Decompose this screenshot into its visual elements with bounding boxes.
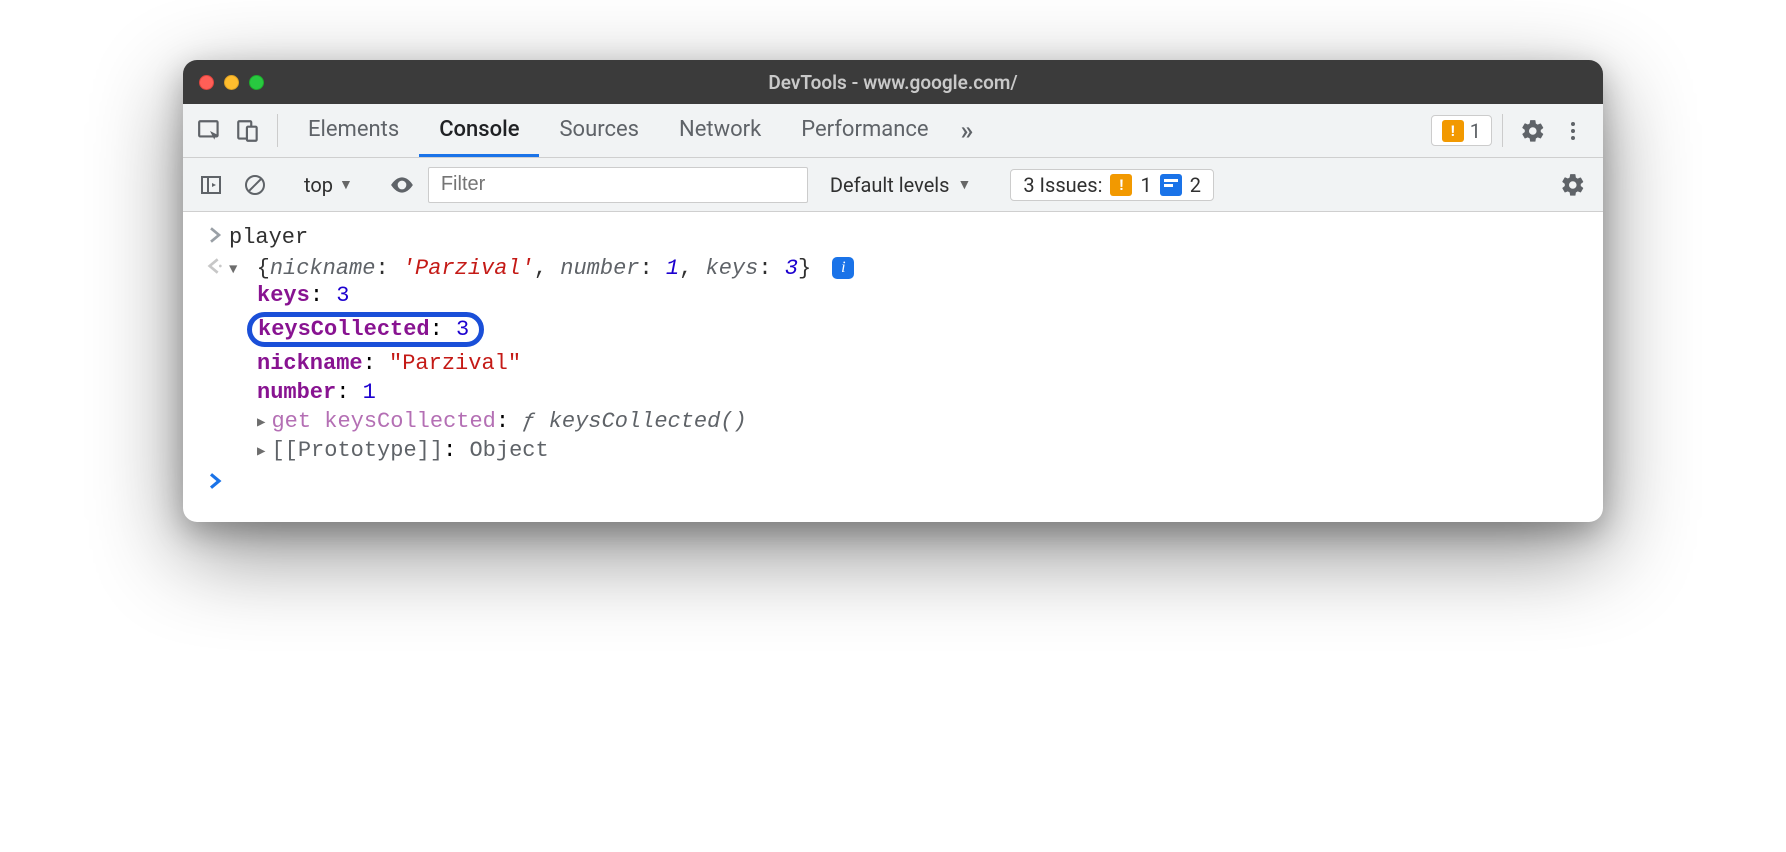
summary-value: 'Parzival'	[402, 256, 534, 281]
property-value: "Parzival"	[389, 351, 521, 376]
console-output: player {nickname: 'Parzival', number: 1,…	[183, 212, 1603, 522]
property-name: keysCollected	[324, 409, 496, 434]
tab-overflow[interactable]: »	[949, 104, 986, 157]
devtools-window: DevTools - www.google.com/ Elements Cons…	[183, 60, 1603, 522]
filter-input[interactable]	[428, 167, 808, 203]
log-levels-label: Default levels	[830, 173, 950, 197]
panel-tabs: Elements Console Sources Network Perform…	[288, 104, 985, 157]
live-expression-eye-icon[interactable]	[384, 167, 420, 203]
info-icon	[1160, 174, 1182, 196]
result-content: {nickname: 'Parzival', number: 1, keys: …	[229, 256, 1585, 465]
property-name: keys	[257, 283, 310, 308]
tab-network[interactable]: Network	[659, 104, 781, 157]
window-controls	[199, 75, 264, 90]
warning-icon: !	[1110, 174, 1132, 196]
property-name: nickname	[257, 351, 363, 376]
window-close-button[interactable]	[199, 75, 214, 90]
console-result-line[interactable]: {nickname: 'Parzival', number: 1, keys: …	[183, 253, 1603, 468]
summary-value: 1	[666, 256, 679, 281]
property-row[interactable]: number: 1	[257, 378, 1585, 407]
history-text: player	[229, 225, 1585, 250]
property-row-highlighted[interactable]: keysCollected: 3	[257, 310, 1585, 349]
disclosure-toggle[interactable]	[257, 409, 271, 434]
tab-performance[interactable]: Performance	[781, 104, 948, 157]
summary-key: nickname	[270, 256, 376, 281]
property-value: Object	[469, 438, 548, 463]
tab-sources[interactable]: Sources	[539, 104, 659, 157]
summary-value: 3	[785, 256, 798, 281]
input-marker-icon	[201, 225, 229, 243]
property-row-prototype[interactable]: [[Prototype]]: Object	[257, 436, 1585, 465]
getter-prefix: get	[271, 409, 324, 434]
brace: {	[257, 256, 270, 281]
separator	[1502, 114, 1503, 147]
main-tabbar: Elements Console Sources Network Perform…	[183, 104, 1603, 158]
window-maximize-button[interactable]	[249, 75, 264, 90]
prompt-marker-icon	[201, 471, 229, 489]
summary-key: keys	[706, 256, 759, 281]
log-levels-selector[interactable]: Default levels ▼	[816, 173, 986, 197]
disclosure-toggle[interactable]	[257, 438, 271, 463]
issues-summary[interactable]: 3 Issues: ! 1 2	[1010, 169, 1214, 201]
property-row[interactable]: nickname: "Parzival"	[257, 349, 1585, 378]
property-name: keysCollected	[258, 317, 430, 342]
highlight-annotation: keysCollected: 3	[247, 312, 484, 347]
object-summary[interactable]: {nickname: 'Parzival', number: 1, keys: …	[257, 256, 825, 281]
property-value: 3	[336, 283, 349, 308]
window-title: DevTools - www.google.com/	[183, 71, 1603, 94]
issues-label: 3 Issues:	[1023, 173, 1102, 197]
console-toolbar: top ▼ Default levels ▼ 3 Issues: ! 1 2	[183, 158, 1603, 212]
issues-info-count: 2	[1190, 173, 1201, 197]
tabbar-issues-count: 1	[1470, 119, 1481, 143]
brace: }	[798, 256, 811, 281]
warning-icon: !	[1442, 120, 1464, 142]
tab-elements[interactable]: Elements	[288, 104, 419, 157]
property-value: 1	[363, 380, 376, 405]
inspect-element-icon[interactable]	[191, 104, 229, 157]
settings-gear-icon[interactable]	[1513, 104, 1553, 157]
output-marker-icon	[201, 256, 229, 274]
console-settings-gear-icon[interactable]	[1553, 172, 1593, 198]
separator	[277, 114, 278, 147]
console-prompt-line[interactable]	[183, 468, 1603, 492]
property-row[interactable]: keys: 3	[257, 281, 1585, 310]
titlebar: DevTools - www.google.com/	[183, 60, 1603, 104]
more-menu-icon[interactable]	[1553, 104, 1593, 157]
context-label: top	[304, 173, 333, 197]
function-signature: ƒ keysCollected()	[522, 409, 746, 434]
property-name: [[Prototype]]	[271, 438, 443, 463]
window-minimize-button[interactable]	[224, 75, 239, 90]
tab-console[interactable]: Console	[419, 104, 539, 157]
toggle-sidebar-icon[interactable]	[193, 167, 229, 203]
property-value: 3	[456, 317, 469, 342]
dropdown-icon: ▼	[958, 176, 972, 193]
console-history-line[interactable]: player	[183, 222, 1603, 253]
info-badge-icon[interactable]: i	[832, 257, 854, 279]
object-properties: keys: 3 keysCollected: 3 nickname: "Parz…	[229, 281, 1585, 465]
property-row-getter[interactable]: get keysCollected: ƒ keysCollected()	[257, 407, 1585, 436]
device-toolbar-icon[interactable]	[229, 104, 267, 157]
property-name: number	[257, 380, 336, 405]
issues-warn-count: 1	[1140, 173, 1151, 197]
context-selector[interactable]: top ▼	[298, 173, 359, 197]
tabbar-issues-badge[interactable]: ! 1	[1431, 115, 1492, 146]
disclosure-toggle[interactable]	[229, 256, 243, 281]
dropdown-icon: ▼	[339, 176, 353, 193]
clear-console-icon[interactable]	[237, 167, 273, 203]
summary-key: number	[560, 256, 639, 281]
